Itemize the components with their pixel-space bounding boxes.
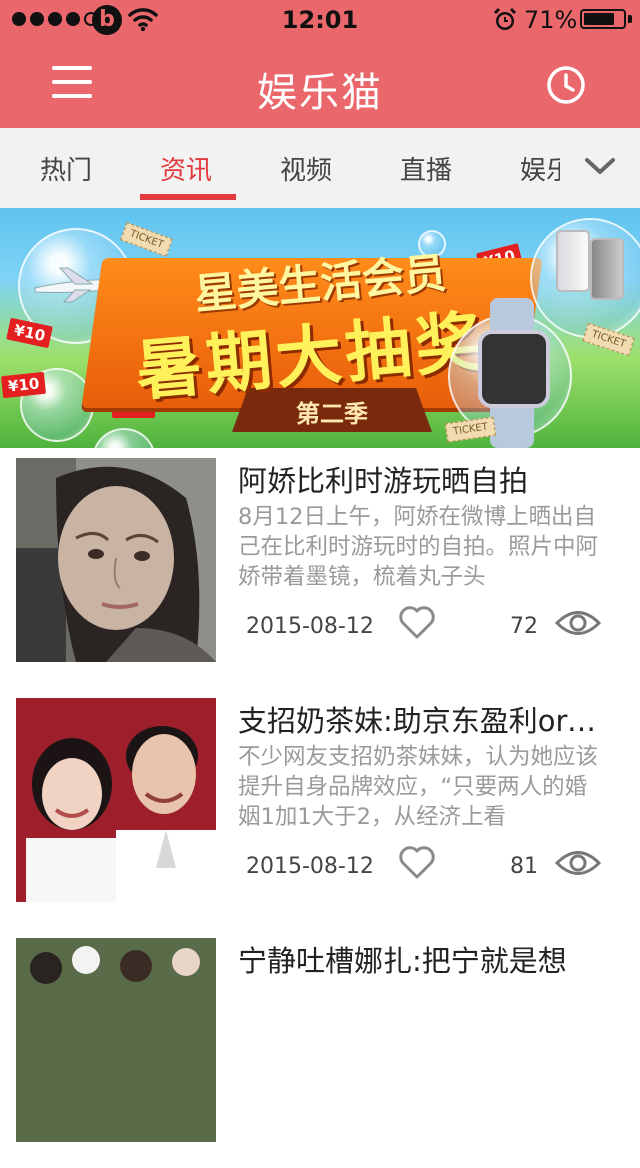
status-bar: b 12:01 71% xyxy=(0,0,640,40)
article-summary: 不少网友支招奶茶妹妹，认为她应该提升自身品牌效应，“只要两人的婚姻1加1大于2，… xyxy=(238,744,599,830)
article-date: 2015-08-12 xyxy=(246,614,374,639)
app-header: 娱乐猫 xyxy=(0,40,640,128)
battery-icon xyxy=(580,9,626,29)
phone-image xyxy=(556,230,590,292)
tab-news[interactable]: 资讯 xyxy=(160,150,212,187)
tab-video[interactable]: 视频 xyxy=(280,150,332,187)
eye-icon xyxy=(554,851,602,875)
list-item[interactable]: 阿娇比利时游玩晒自拍 8月12日上午，阿娇在微博上晒出自己在比利时游玩时的自拍。… xyxy=(0,448,640,688)
article-date: 2015-08-12 xyxy=(246,854,374,879)
list-item[interactable]: 宁静吐槽娜扎:把宁就是想 xyxy=(0,928,640,1168)
heart-icon[interactable] xyxy=(398,604,436,640)
tab-hot[interactable]: 热门 xyxy=(40,150,92,187)
banner-season: 第二季 xyxy=(296,400,368,428)
view-count: 72 xyxy=(510,614,538,639)
ticket-decoration: TICKET xyxy=(444,416,497,443)
article-thumbnail xyxy=(16,938,216,1142)
bubble-decoration xyxy=(92,428,156,448)
phone-image xyxy=(590,238,624,300)
history-clock-icon[interactable] xyxy=(546,65,586,105)
article-title: 阿娇比利时游玩晒自拍 xyxy=(238,464,529,498)
app-title: 娱乐猫 xyxy=(257,70,383,116)
chevron-down-icon[interactable] xyxy=(584,154,616,178)
category-tabs: 热门 资讯 视频 直播 娱乐 xyxy=(0,128,640,208)
price-tag: ¥10 xyxy=(0,371,47,399)
tab-live[interactable]: 直播 xyxy=(400,150,452,187)
view-count: 81 xyxy=(510,854,538,879)
article-thumbnail xyxy=(16,458,216,662)
watch-image xyxy=(478,330,550,408)
heart-icon[interactable] xyxy=(398,844,436,880)
article-thumbnail xyxy=(16,698,216,902)
battery-tip xyxy=(628,15,632,23)
list-item[interactable]: 支招奶茶妹:助京东盈利ordering 不少网友支招奶茶妹妹，认为她应该提升自身… xyxy=(0,688,640,928)
eye-icon xyxy=(554,611,602,635)
battery-percent: 71% xyxy=(524,6,578,34)
promo-banner[interactable]: TICKET ¥10 ¥10 ¥10 ¥10 星美生活会员 暑期大抽奖 第二季 … xyxy=(0,208,640,448)
article-summary: 8月12日上午，阿娇在微博上晒出自己在比利时游玩时的自拍。照片中阿娇带着墨镜，梳… xyxy=(238,504,599,590)
article-title: 支招奶茶妹:助京东盈利ordering xyxy=(238,704,608,738)
alarm-icon xyxy=(493,7,517,30)
active-tab-indicator xyxy=(140,194,236,200)
ticket-decoration: TICKET xyxy=(120,222,173,257)
article-title: 宁静吐槽娜扎:把宁就是想 xyxy=(238,944,567,978)
